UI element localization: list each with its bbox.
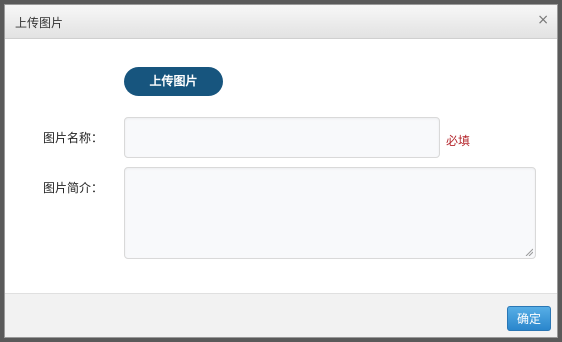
upload-image-dialog: 上传图片 × 上传图片 图片名称： 必填 图片简介： 确定 bbox=[4, 4, 558, 338]
close-icon[interactable]: × bbox=[537, 12, 549, 28]
upload-image-button[interactable]: 上传图片 bbox=[124, 67, 223, 96]
image-name-input[interactable] bbox=[124, 117, 440, 158]
dialog-footer: 确定 bbox=[5, 293, 557, 337]
confirm-button[interactable]: 确定 bbox=[507, 306, 551, 331]
dialog-title: 上传图片 bbox=[15, 16, 64, 30]
resize-grip-icon[interactable] bbox=[525, 248, 533, 256]
required-indicator: 必填 bbox=[446, 134, 471, 148]
image-name-label: 图片名称： bbox=[43, 131, 104, 145]
dialog-titlebar: 上传图片 × bbox=[5, 5, 557, 39]
image-description-textarea[interactable] bbox=[124, 167, 536, 259]
image-description-label: 图片简介： bbox=[43, 181, 104, 195]
